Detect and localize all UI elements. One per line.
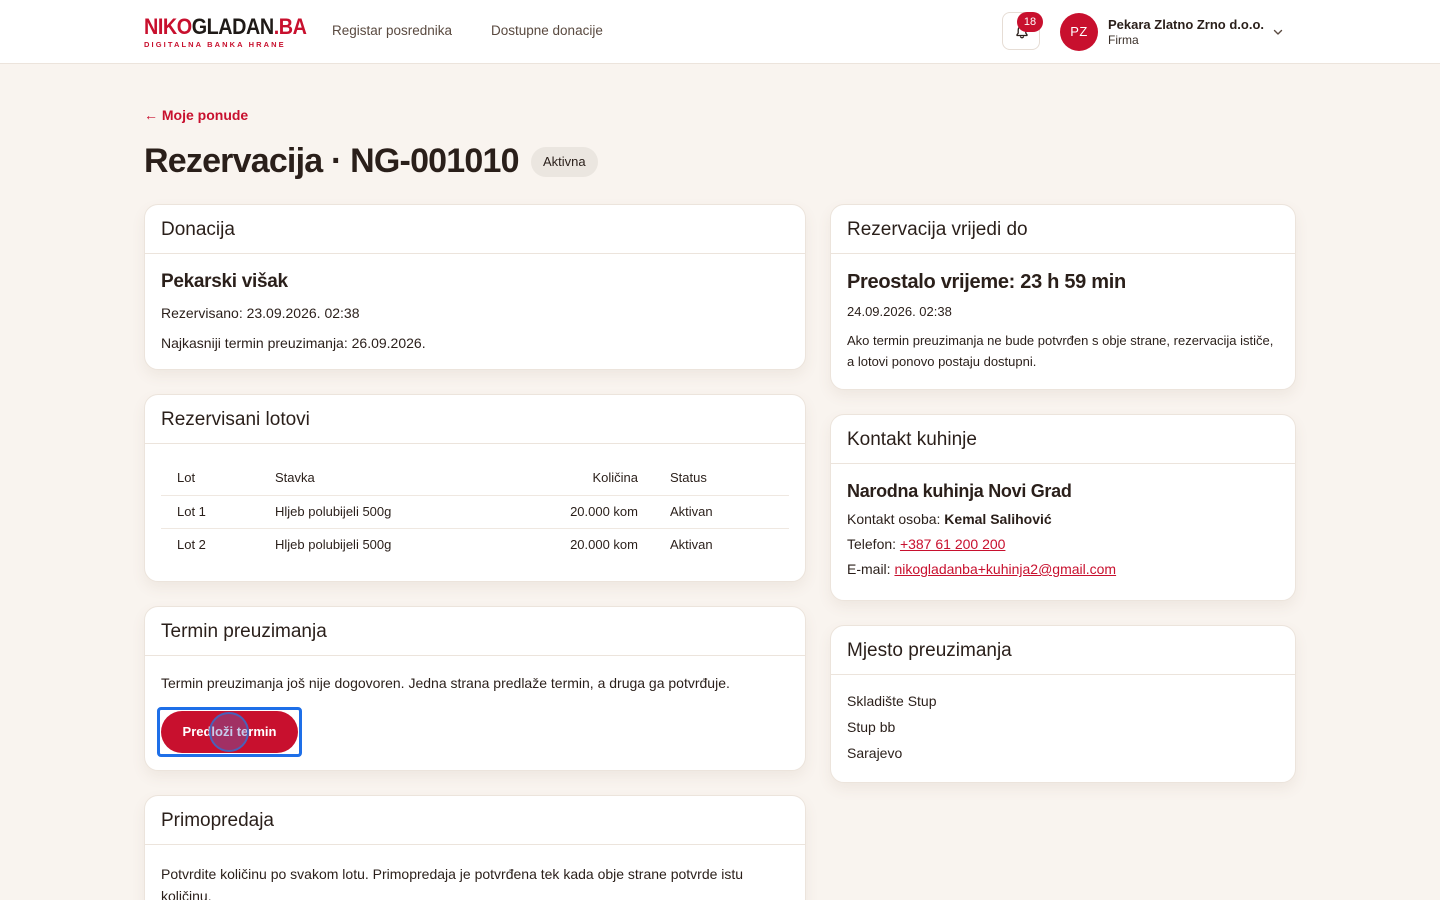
kitchen-contact-title: Kontakt kuhinje [831, 415, 1295, 464]
page-title: Rezervacija · NG-001010 [144, 142, 520, 180]
location-line: Skladište Stup [847, 693, 937, 709]
handover-card: Primopredaja Potvrdite količinu po svako… [144, 795, 806, 900]
lots-table: Lot Stavka Količina Status Lot 1 Hljeb p… [161, 461, 789, 561]
avatar[interactable]: PZ [1060, 13, 1098, 51]
pickup-term-title: Termin preuzimanja [145, 607, 805, 656]
propose-term-focus-ring: Predloži termin [157, 707, 302, 757]
quantity-cell: 20.000 kom [521, 494, 654, 528]
top-navbar: NIKOGLADAN.BA DIGITALNA BANKA HRANE Regi… [0, 0, 1440, 64]
pickup-location-title: Mjesto preuzimanja [831, 626, 1295, 675]
location-line: Stup bb [847, 719, 896, 735]
column-header-stavka: Stavka [275, 470, 315, 486]
donation-card: Donacija Pekarski višak Rezervisano: 23.… [144, 204, 806, 370]
donation-reserved-date: Rezervisano: 23.09.2026. 02:38 [161, 305, 360, 321]
quantity-cell: 20.000 kom [521, 527, 654, 561]
notifications-count-badge: 18 [1017, 12, 1043, 32]
kitchen-email: E-mail: nikogladanba+kuhinja2@gmail.com [847, 561, 1117, 577]
kitchen-contact-card: Kontakt kuhinje Narodna kuhinja Novi Gra… [830, 414, 1296, 601]
reserved-lots-title: Rezervisani lotovi [145, 395, 805, 444]
validity-title: Rezervacija vrijedi do [831, 205, 1295, 254]
logo[interactable]: NIKOGLADAN.BA DIGITALNA BANKA HRANE [144, 14, 307, 50]
valid-until-date: 24.09.2026. 02:38 [847, 304, 952, 319]
table-row: Lot 1 Hljeb polubijeli 500g 20.000 kom A… [161, 494, 789, 528]
lot-cell: Lot 2 [161, 527, 259, 561]
chevron-down-icon[interactable] [1272, 26, 1284, 38]
pickup-term-card: Termin preuzimanja Termin preuzimanja jo… [144, 606, 806, 771]
logo-tagline: DIGITALNA BANKA HRANE [144, 40, 286, 49]
kitchen-phone: Telefon: +387 61 200 200 [847, 536, 1006, 552]
status-badge: Aktivna [531, 147, 598, 177]
user-name: Pekara Zlatno Zrno d.o.o. [1108, 17, 1265, 32]
table-header-row: Lot Stavka Količina Status [161, 461, 789, 495]
handover-text: Potvrdite količinu po svakom lotu. Primo… [161, 866, 744, 900]
donation-name: Pekarski višak [161, 271, 288, 292]
reservation-validity-card: Rezervacija vrijedi do Preostalo vrijeme… [830, 204, 1296, 390]
remaining-time: Preostalo vrijeme: 23 h 59 min [847, 271, 1126, 293]
user-role: Firma [1108, 33, 1139, 47]
column-header-kolicina: Količina [592, 470, 638, 486]
pickup-term-text: Termin preuzimanja još nije dogovoren. J… [161, 675, 730, 691]
kitchen-contact-person: Kontakt osoba: Kemal Salihović [847, 511, 1052, 527]
lot-cell: Lot 1 [161, 494, 259, 528]
donation-card-title: Donacija [145, 205, 805, 254]
validity-note: Ako termin preuzimanja ne bude potvrđen … [847, 333, 1274, 369]
kitchen-name: Narodna kuhinja Novi Grad [847, 481, 1072, 501]
back-link[interactable]: ← Moje ponude [144, 107, 248, 123]
phone-link[interactable]: +387 61 200 200 [900, 536, 1006, 552]
nav-link-registar-posrednika[interactable]: Registar posrednika [332, 23, 452, 38]
email-link[interactable]: nikogladanba+kuhinja2@gmail.com [894, 561, 1116, 577]
status-cell: Aktivan [654, 494, 789, 528]
reserved-lots-card: Rezervisani lotovi Lot Stavka Količina S… [144, 394, 806, 582]
location-line: Sarajevo [847, 745, 903, 761]
logo-wordmark: NIKOGLADAN.BA [144, 14, 307, 39]
nav-link-dostupne-donacije[interactable]: Dostupne donacije [491, 23, 603, 38]
pickup-location-card: Mjesto preuzimanja Skladište Stup Stup b… [830, 625, 1296, 783]
table-row: Lot 2 Hljeb polubijeli 500g 20.000 kom A… [161, 527, 789, 561]
propose-term-button[interactable]: Predloži termin [161, 711, 298, 753]
item-cell: Hljeb polubijeli 500g [259, 494, 521, 528]
donation-latest-pickup: Najkasniji termin preuzimanja: 26.09.202… [161, 335, 426, 351]
item-cell: Hljeb polubijeli 500g [259, 527, 521, 561]
column-header-lot: Lot [177, 470, 196, 486]
handover-title: Primopredaja [145, 796, 805, 845]
status-cell: Aktivan [654, 527, 789, 561]
column-header-status: Status [670, 470, 707, 486]
